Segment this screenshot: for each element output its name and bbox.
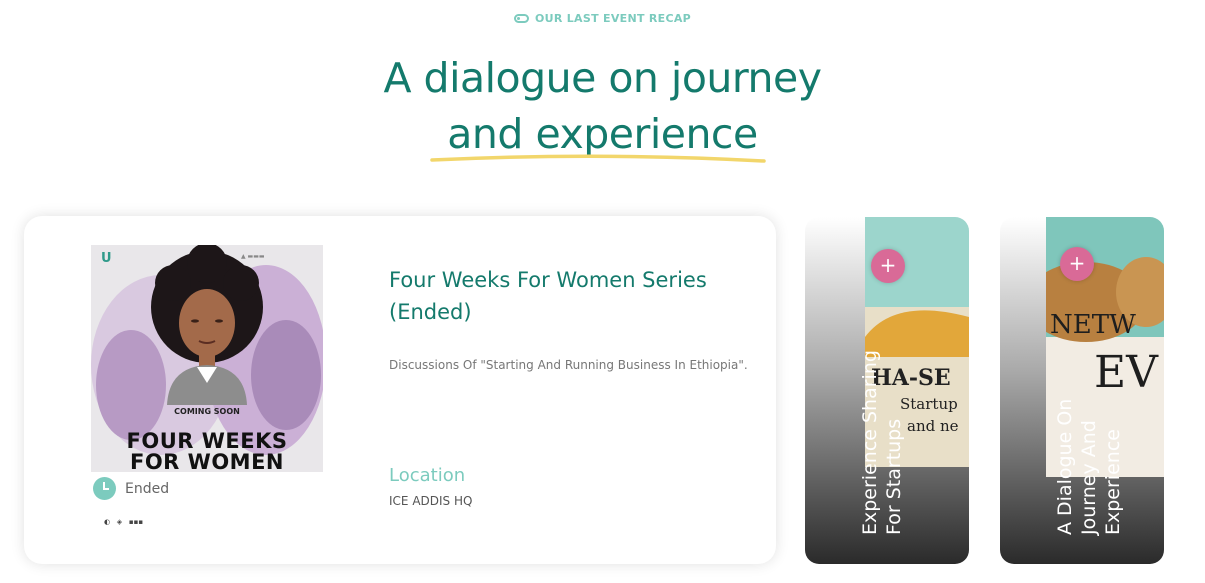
status-bar: Ended xyxy=(91,472,323,508)
side-event-card-dialogue[interactable]: NETW EV + A Dialogue On Journey And Expe… xyxy=(1000,217,1164,564)
side-event-label-line-1: Experience Sharing xyxy=(859,350,881,535)
clock-icon xyxy=(93,477,116,500)
poster-logo: U xyxy=(101,251,112,266)
partner-logos: ◐ ◈ ▪▪▪ xyxy=(104,518,144,526)
eyebrow-label: OUR LAST EVENT RECAP xyxy=(534,12,692,25)
headline-underline xyxy=(430,154,766,163)
svg-text:and ne: and ne xyxy=(907,417,959,435)
location-label: Location xyxy=(389,465,466,486)
featured-event-card[interactable]: U ▲ ▬▬▬ COMING SOON FOUR WEEKS FOR WOMEN… xyxy=(24,216,776,564)
toggle-icon xyxy=(513,14,529,23)
event-description: Discussions Of "Starting And Running Bus… xyxy=(389,358,748,372)
event-title[interactable]: Four Weeks For Women Series (Ended) xyxy=(389,264,749,328)
poster-sponsor-logo: ▲ ▬▬▬ xyxy=(241,253,265,260)
side-event-label-line-3: Experience xyxy=(1102,429,1124,535)
side-event-card-experience-sharing[interactable]: HA-SE Startup and ne + Experience Sharin… xyxy=(805,217,969,564)
status-text: Ended xyxy=(125,481,170,497)
side-event-label-line-2: For Startups xyxy=(883,418,905,535)
side-event-label: Experience Sharing For Startups xyxy=(858,350,906,535)
event-poster: U ▲ ▬▬▬ COMING SOON FOUR WEEKS FOR WOMEN xyxy=(91,245,323,472)
location-value: ICE ADDIS HQ xyxy=(389,494,473,508)
side-event-label: A Dialogue On Journey And Experience xyxy=(1053,399,1125,535)
poster-coming-soon: COMING SOON xyxy=(174,407,240,416)
eyebrow: OUR LAST EVENT RECAP xyxy=(0,12,1205,25)
side-event-label-line-1: A Dialogue On xyxy=(1054,398,1076,535)
svg-text:Startup: Startup xyxy=(900,395,958,413)
plus-icon[interactable]: + xyxy=(871,249,905,283)
plus-icon[interactable]: + xyxy=(1060,247,1094,281)
poster-title-line-2: FOR WOMEN xyxy=(129,450,284,473)
poster-title-line-1: FOUR WEEKS xyxy=(126,429,288,453)
svg-text:EV: EV xyxy=(1094,347,1159,398)
side-event-label-line-2: Journey And xyxy=(1078,420,1100,535)
headline-line-1: A dialogue on journey xyxy=(383,54,822,102)
svg-text:NETW: NETW xyxy=(1050,310,1136,340)
